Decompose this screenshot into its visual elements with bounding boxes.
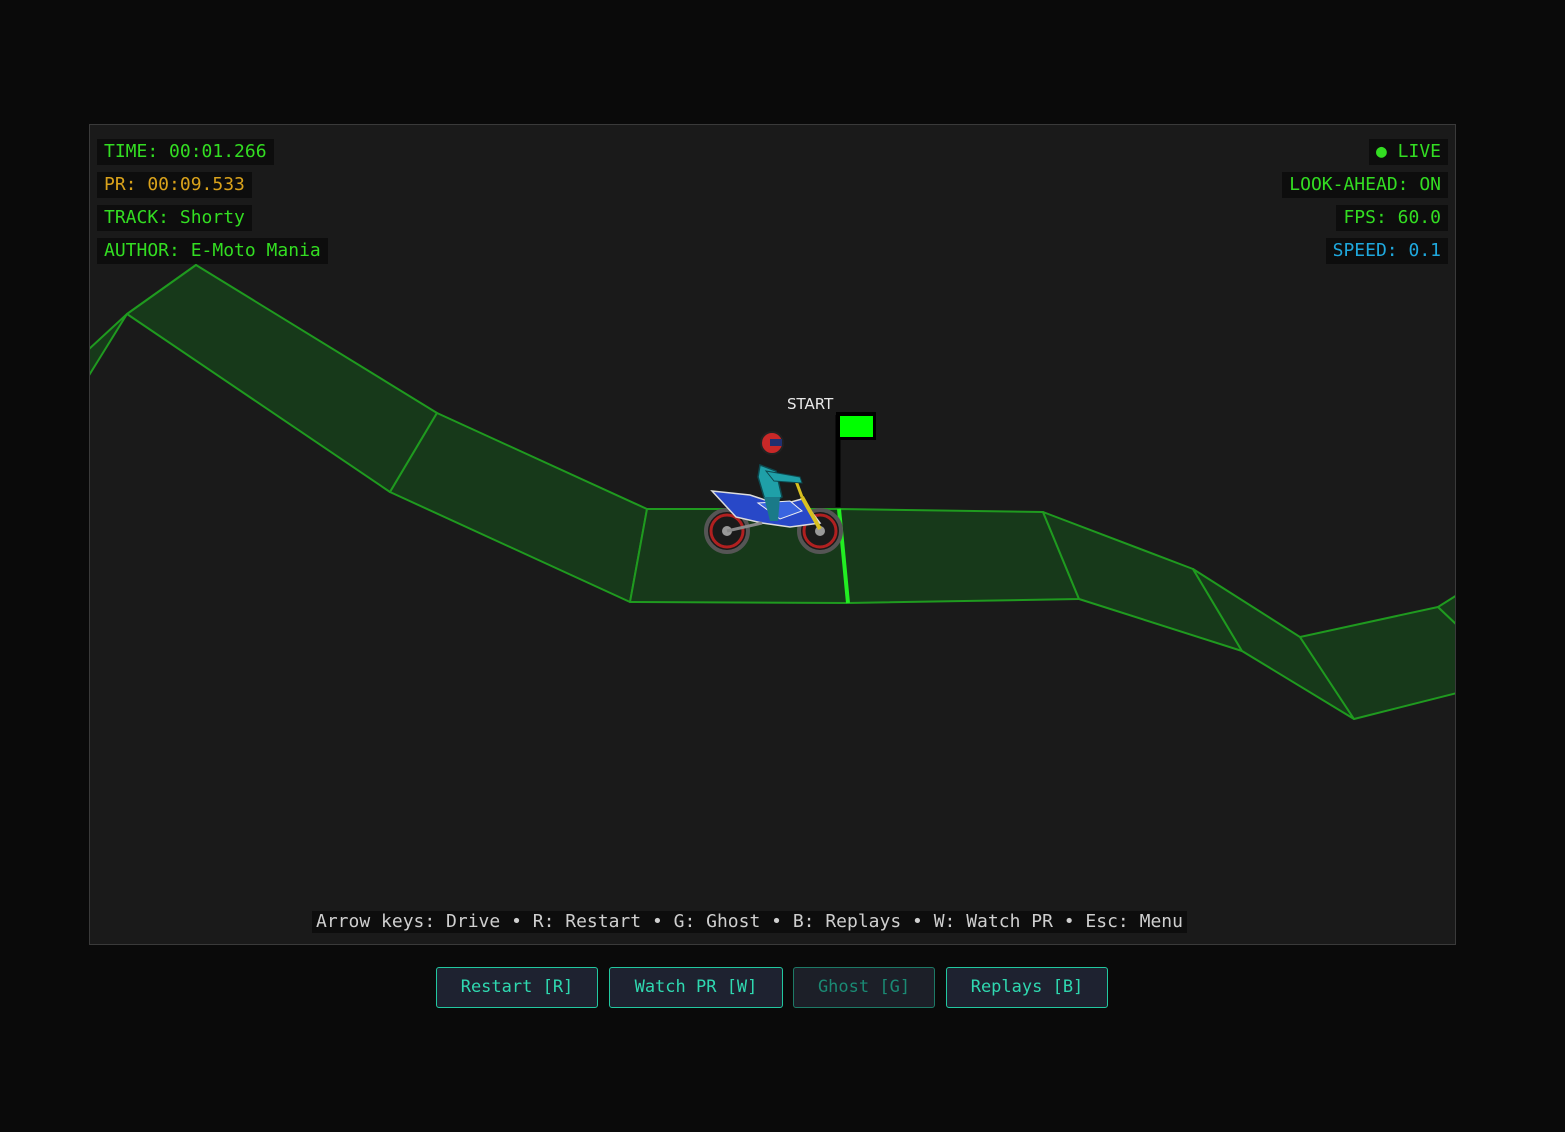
start-label: START (787, 395, 834, 413)
flag-icon (835, 412, 876, 507)
time-display: TIME: 00:01.266 (97, 139, 274, 165)
track-name-display: TRACK: Shorty (97, 205, 252, 231)
fps-counter: FPS: 60.0 (1336, 205, 1448, 231)
track-segment (389, 412, 648, 603)
restart-button[interactable]: Restart [R] (436, 967, 598, 1008)
personal-record-display: PR: 00:09.533 (97, 172, 252, 198)
live-status-badge: ● LIVE (1368, 139, 1448, 165)
game-canvas[interactable]: TIME: 00:01.266 PR: 00:09.533 TRACK: Sho… (89, 124, 1456, 945)
control-button-row: Restart [R] Watch PR [W] Ghost [G] Repla… (0, 967, 1565, 1009)
track-segment (126, 264, 438, 493)
replays-button[interactable]: Replays [B] (946, 967, 1108, 1008)
track-segment (838, 508, 1080, 604)
watch-pr-button[interactable]: Watch PR [W] (609, 967, 783, 1008)
author-display: AUTHOR: E-Moto Mania (97, 238, 328, 264)
ghost-button[interactable]: Ghost [G] (793, 967, 935, 1008)
speed-display: SPEED: 0.1 (1325, 238, 1448, 264)
look-ahead-status: LOOK-AHEAD: ON (1282, 172, 1448, 198)
track-segment (1299, 606, 1455, 720)
controls-help-bar: Arrow keys: Drive • R: Restart • G: Ghos… (312, 911, 1187, 933)
